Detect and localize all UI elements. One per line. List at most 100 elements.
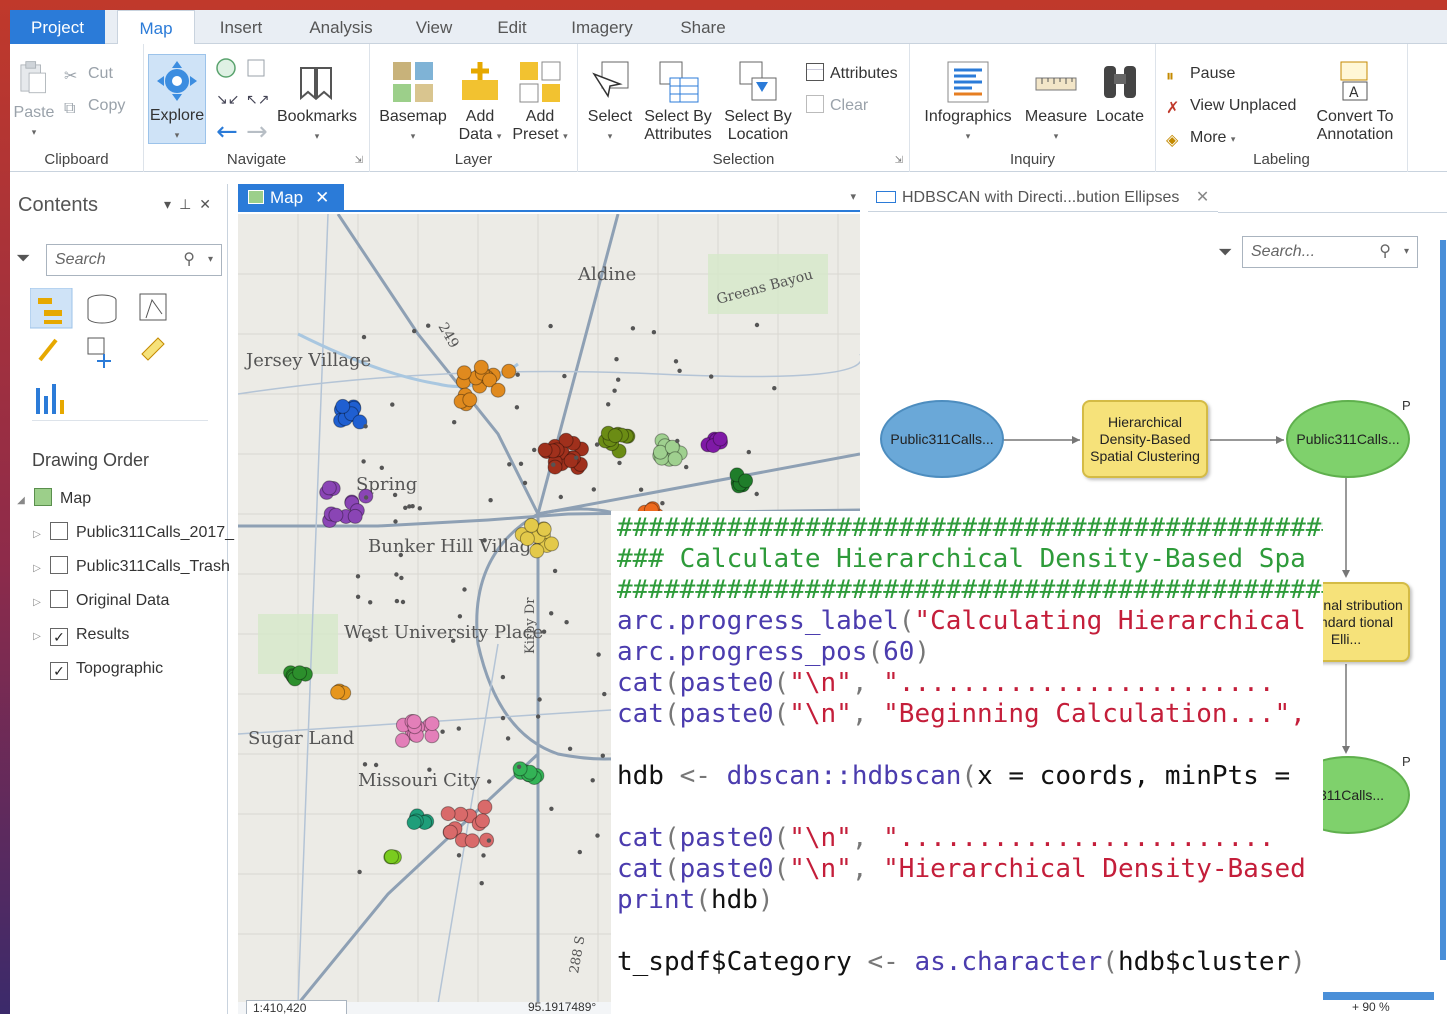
search-icon: ⚲ <box>183 251 195 268</box>
cluster-point <box>524 517 539 533</box>
measure-button[interactable]: Measure ▾ <box>1020 60 1092 145</box>
navigate-launcher-icon[interactable]: ⇲ <box>355 155 363 166</box>
model-zoom-value: 90 % <box>1362 1000 1390 1014</box>
tab-map[interactable]: Map <box>117 10 195 45</box>
view-toolbar[interactable] <box>30 288 190 418</box>
layer-row[interactable]: ▷ Public311Calls_Trash <box>30 552 248 582</box>
pin-icon[interactable]: ⊥ <box>179 196 199 212</box>
navigate-tools-icon[interactable]: ↘↙ ↖↗ ← → <box>212 56 272 140</box>
layer-row[interactable]: ▷ Original Data <box>30 586 248 616</box>
cluster-point <box>321 480 337 496</box>
map-tab-menu-icon[interactable]: ▾ <box>850 190 856 203</box>
tab-insert[interactable]: Insert <box>206 10 276 44</box>
cluster-point <box>501 363 517 379</box>
layer-checkbox[interactable] <box>50 522 68 540</box>
tab-view[interactable]: View <box>406 10 462 44</box>
select-button[interactable]: Select ▾ <box>584 60 636 145</box>
code-line-cat-dots: cat(paste0("\n", "......................… <box>617 668 1275 698</box>
add-preset-button[interactable]: Add Preset ▾ <box>510 60 570 145</box>
noise-point <box>616 377 621 382</box>
noise-point <box>548 323 553 329</box>
locate-button[interactable]: Locate <box>1092 60 1148 126</box>
tab-imagery[interactable]: Imagery <box>562 10 642 44</box>
layer-row[interactable]: ▷ Public311Calls_2017_ <box>30 518 248 548</box>
noise-point <box>522 480 528 486</box>
clear-button[interactable]: Clear <box>806 94 868 118</box>
pane-controls[interactable]: ▾⊥✕ <box>164 196 219 213</box>
horizontal-scrollbar[interactable] <box>1308 992 1434 1000</box>
cluster-point <box>519 531 535 547</box>
noise-point <box>596 652 601 657</box>
select-by-location-button[interactable]: Select By Location <box>718 60 798 144</box>
close-map-tab-icon[interactable]: ✕ <box>315 188 329 207</box>
convert-to-annotation-button[interactable]: A Convert To Annotation <box>1308 60 1402 144</box>
noise-point <box>549 806 554 811</box>
contents-search-input[interactable]: Search ⚲ ▾ <box>46 244 222 276</box>
cluster-point <box>406 714 422 730</box>
layer-checkbox[interactable]: ✓ <box>50 628 68 646</box>
code-str: "........................ <box>883 823 1275 853</box>
code-var: hdb <box>710 885 758 915</box>
layer-row[interactable]: ▷ ✓ Results <box>30 620 248 650</box>
expand-icon[interactable]: ▷ <box>30 520 44 548</box>
layer-row[interactable]: ✓ Topographic <box>30 654 248 684</box>
cluster-point <box>347 508 363 524</box>
tab-share[interactable]: Share <box>668 10 738 44</box>
explore-button[interactable]: Explore ▾ <box>148 54 206 144</box>
pane-menu-icon[interactable]: ▾ <box>164 196 179 212</box>
select-by-attributes-button[interactable]: Select By Attributes <box>638 60 718 144</box>
collapse-icon[interactable]: ◢ <box>14 486 28 514</box>
paste-button[interactable]: Paste ▾ <box>12 56 56 141</box>
view-unplaced-button[interactable]: ✗ View Unplaced <box>1166 94 1296 118</box>
drawing-order-heading: Drawing Order <box>32 450 150 470</box>
scale-value: 1:410,420 <box>253 1001 307 1014</box>
selection-launcher-icon[interactable]: ⇲ <box>895 155 903 166</box>
annotation-icon: A <box>1340 61 1368 101</box>
cut-button[interactable]: ✂ Cut <box>64 62 113 86</box>
chevron-down-icon[interactable]: ▾ <box>208 245 213 275</box>
expand-icon[interactable]: ▷ <box>30 554 44 582</box>
measure-label: Measure <box>1024 108 1088 125</box>
attributes-button[interactable]: Attributes <box>806 62 898 86</box>
ruler-icon <box>1035 77 1077 91</box>
code-fn: print <box>617 885 696 915</box>
noise-point <box>390 402 395 407</box>
code-fn: paste0 <box>679 823 774 853</box>
noise-point <box>457 614 463 619</box>
tab-edit[interactable]: Edit <box>484 10 540 44</box>
tab-analysis[interactable]: Analysis <box>296 10 386 44</box>
code-fn: cat <box>617 699 664 729</box>
layer-checkbox[interactable] <box>50 590 68 608</box>
more-button[interactable]: ◈ More ▾ <box>1166 126 1235 150</box>
close-icon[interactable]: ✕ <box>199 196 219 212</box>
copy-button[interactable]: ⧉ Copy <box>64 94 125 118</box>
code-str: "Beginning Calculation...", <box>883 699 1306 729</box>
filter-icon[interactable]: ⏷ <box>16 248 30 269</box>
code-assign: <- <box>679 761 711 791</box>
noise-point <box>361 334 367 340</box>
basemap-button[interactable]: Basemap ▾ <box>376 60 450 145</box>
tab-project[interactable]: Project <box>10 10 105 44</box>
map-view-tab[interactable]: Map ✕ <box>238 184 344 212</box>
vertical-scrollbar[interactable] <box>1440 240 1446 960</box>
bookmarks-button[interactable]: Bookmarks ▾ <box>274 60 360 145</box>
model-input-node[interactable]: Public311Calls... <box>880 400 1004 478</box>
model-zoom[interactable]: + 90 % <box>1352 1000 1390 1014</box>
add-data-button[interactable]: Add Data ▾ <box>454 60 506 145</box>
code-str: "Calculating Hierarchical <box>914 606 1306 636</box>
scale-selector[interactable]: 1:410,420 <box>246 1000 348 1014</box>
layer-checkbox[interactable] <box>50 556 68 574</box>
map-node[interactable]: ◢ Map <box>14 484 232 514</box>
expand-icon[interactable]: ▷ <box>30 588 44 616</box>
noise-point <box>677 368 682 373</box>
select-label: Select <box>587 108 633 125</box>
place-label: 288 S <box>567 935 588 975</box>
noise-point <box>488 498 493 503</box>
layer-checkbox[interactable]: ✓ <box>50 662 68 680</box>
paste-label: Paste <box>13 104 55 121</box>
pause-button[interactable]: ⏸ Pause <box>1166 62 1235 86</box>
model-output-node[interactable]: Public311Calls... <box>1286 400 1410 478</box>
hdbscan-tool-node[interactable]: Hierarchical Density-Based Spatial Clust… <box>1082 400 1208 478</box>
infographics-button[interactable]: Infographics ▾ <box>918 60 1018 145</box>
expand-icon[interactable]: ▷ <box>30 622 44 650</box>
